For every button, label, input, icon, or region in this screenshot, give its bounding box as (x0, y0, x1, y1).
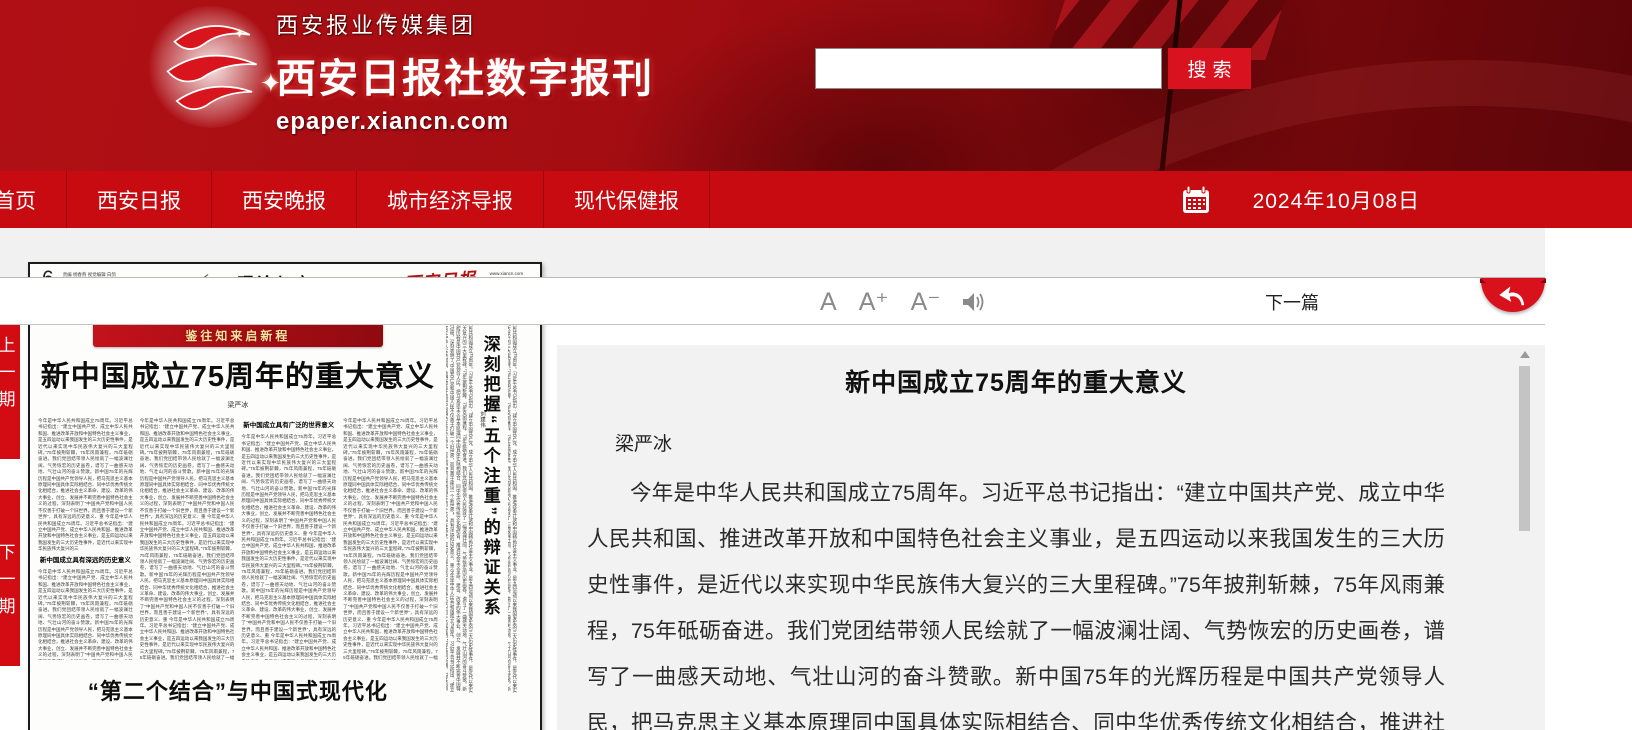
thumbnail-column: 今年是中华人民共和国成立75周年。习近平总书记指出：“建立中国共产党、成立中华人… (38, 418, 133, 660)
scrollbar-thumb[interactable] (1519, 366, 1530, 531)
site-url: epaper.xiancn.com (276, 108, 654, 136)
thumbnail-column: 新中国成立具有广泛的世界意义 今年是中华人民共和国成立75周年。习近平总书记指出… (241, 418, 336, 660)
calendar-icon (1181, 185, 1211, 215)
nav-item-city-economic-herald[interactable]: 城市经济导报 (357, 171, 544, 228)
content-area: 上一期 下一期 6 责编 杨春燕 视觉编辑 白鸽 组版 杨艳 校对 马磊 理论与… (0, 228, 1632, 730)
article-body: 今年是中华人民共和国成立75周年。习近平总书记指出：“建立中国共产党、成立中华人… (587, 470, 1445, 730)
page: ✦ ✦ ✦ 西安报业传媒集团 西安日报社数字报刊 epaper.xiancn.c… (0, 0, 1632, 730)
article-scrollbar[interactable] (1517, 347, 1532, 730)
swirl-logo-icon (154, 12, 268, 126)
thumbnail-body: 庆祝新中国成立75周年 鉴往知来启新程 新中国成立75周年的重大意义 梁严冰 今… (38, 299, 532, 706)
media-group-name: 西安报业传媒集团 (276, 8, 654, 40)
sparkle-icon: ✦ (234, 26, 245, 42)
search-input[interactable] (815, 48, 1162, 89)
thumbnail-author: 梁严冰 (38, 400, 438, 410)
article-title: 新中国成立75周年的重大意义 (587, 363, 1445, 399)
thumbnail-headline: 新中国成立75周年的重大意义 (38, 353, 438, 395)
site-header: ✦ ✦ ✦ 西安报业传媒集团 西安日报社数字报刊 epaper.xiancn.c… (0, 0, 1632, 171)
thumbnail-bottom-headline: “第二个结合”与中国式现代化 (38, 674, 438, 706)
font-normal-button[interactable]: A (820, 290, 837, 315)
scrollbar-up-arrow[interactable] (1517, 347, 1532, 362)
thumbnail-vertical-text: 今年是中华人民共和国成立75周年。习近平总书记指出：“建立中国共产党、成立中华人… (446, 299, 474, 695)
nav-items: 首页 西安日报 西安晚报 城市经济导报 现代保健报 (0, 171, 710, 228)
thumbnail-column: 今年是中华人民共和国成立75周年。习近平总书记指出：“建立中国共产党、成立中华人… (343, 418, 438, 660)
next-article-button[interactable]: 下一篇 (1265, 278, 1319, 326)
back-arrow-icon (1497, 283, 1529, 307)
thumbnail-vertical-headline: 深刻把握“五个注重”的辩证关系 (478, 335, 503, 695)
site-title: 西安日报社数字报刊 (276, 46, 654, 104)
nav-item-modern-health[interactable]: 现代保健报 (544, 171, 710, 228)
article-panel: 新中国成立75周年的重大意义 梁严冰 今年是中华人民共和国成立75周年。习近平总… (557, 345, 1545, 730)
thumbnail-column: 今年是中华人民共和国成立75周年。习近平总书记指出：“建立中国共产党、成立中华人… (140, 418, 235, 660)
main-nav: 首页 西安日报 西安晚报 城市经济导报 现代保健报 2024年10月08日 (0, 171, 1632, 228)
thumbnail-right-column: 今年是中华人民共和国成立75周年。习近平总书记指出：“建立中国共产党、成立中华人… (446, 299, 532, 699)
font-size-tools: A A⁺ A⁻ (820, 278, 986, 326)
search-button[interactable]: 搜索 (1168, 48, 1251, 89)
font-increase-button[interactable]: A⁺ (859, 290, 889, 315)
issue-date-area: 2024年10月08日 (1181, 171, 1420, 228)
brand-block: 西安报业传媒集团 西安日报社数字报刊 epaper.xiancn.com (276, 8, 654, 136)
nav-item-xian-evening[interactable]: 西安晚报 (212, 171, 357, 228)
nav-item-xian-daily[interactable]: 西安日报 (67, 171, 212, 228)
issue-date: 2024年10月08日 (1253, 185, 1420, 215)
thumbnail-text-columns: 今年是中华人民共和国成立75周年。习近平总书记指出：“建立中国共产党、成立中华人… (38, 418, 438, 660)
site-logo[interactable]: ✦ ✦ ✦ (148, 6, 274, 128)
article-toolbar: A A⁺ A⁻ 下一篇 (0, 277, 1545, 325)
thumbnail-vertical-text: 今年是中华人民共和国成立75周年。习近平总书记指出：“建立中国共产党、成立中华人… (508, 299, 518, 695)
nav-item-home[interactable]: 首页 (0, 171, 67, 228)
next-issue-button[interactable]: 下一期 (0, 490, 20, 666)
font-decrease-button[interactable]: A⁻ (911, 290, 941, 315)
back-button[interactable] (1481, 278, 1545, 312)
thumbnail-main-column: 庆祝新中国成立75周年 鉴往知来启新程 新中国成立75周年的重大意义 梁严冰 今… (38, 299, 438, 706)
newspaper-page-thumbnail[interactable]: 6 责编 杨春燕 视觉编辑 白鸽 组版 杨艳 校对 马磊 理论与实践 西安日报 … (28, 262, 542, 730)
speaker-icon[interactable] (962, 291, 986, 313)
article-author: 梁严冰 (615, 429, 1445, 456)
thumbnail-right-author: 刘建伟 (478, 411, 486, 428)
search-area: 搜索 (815, 48, 1251, 89)
